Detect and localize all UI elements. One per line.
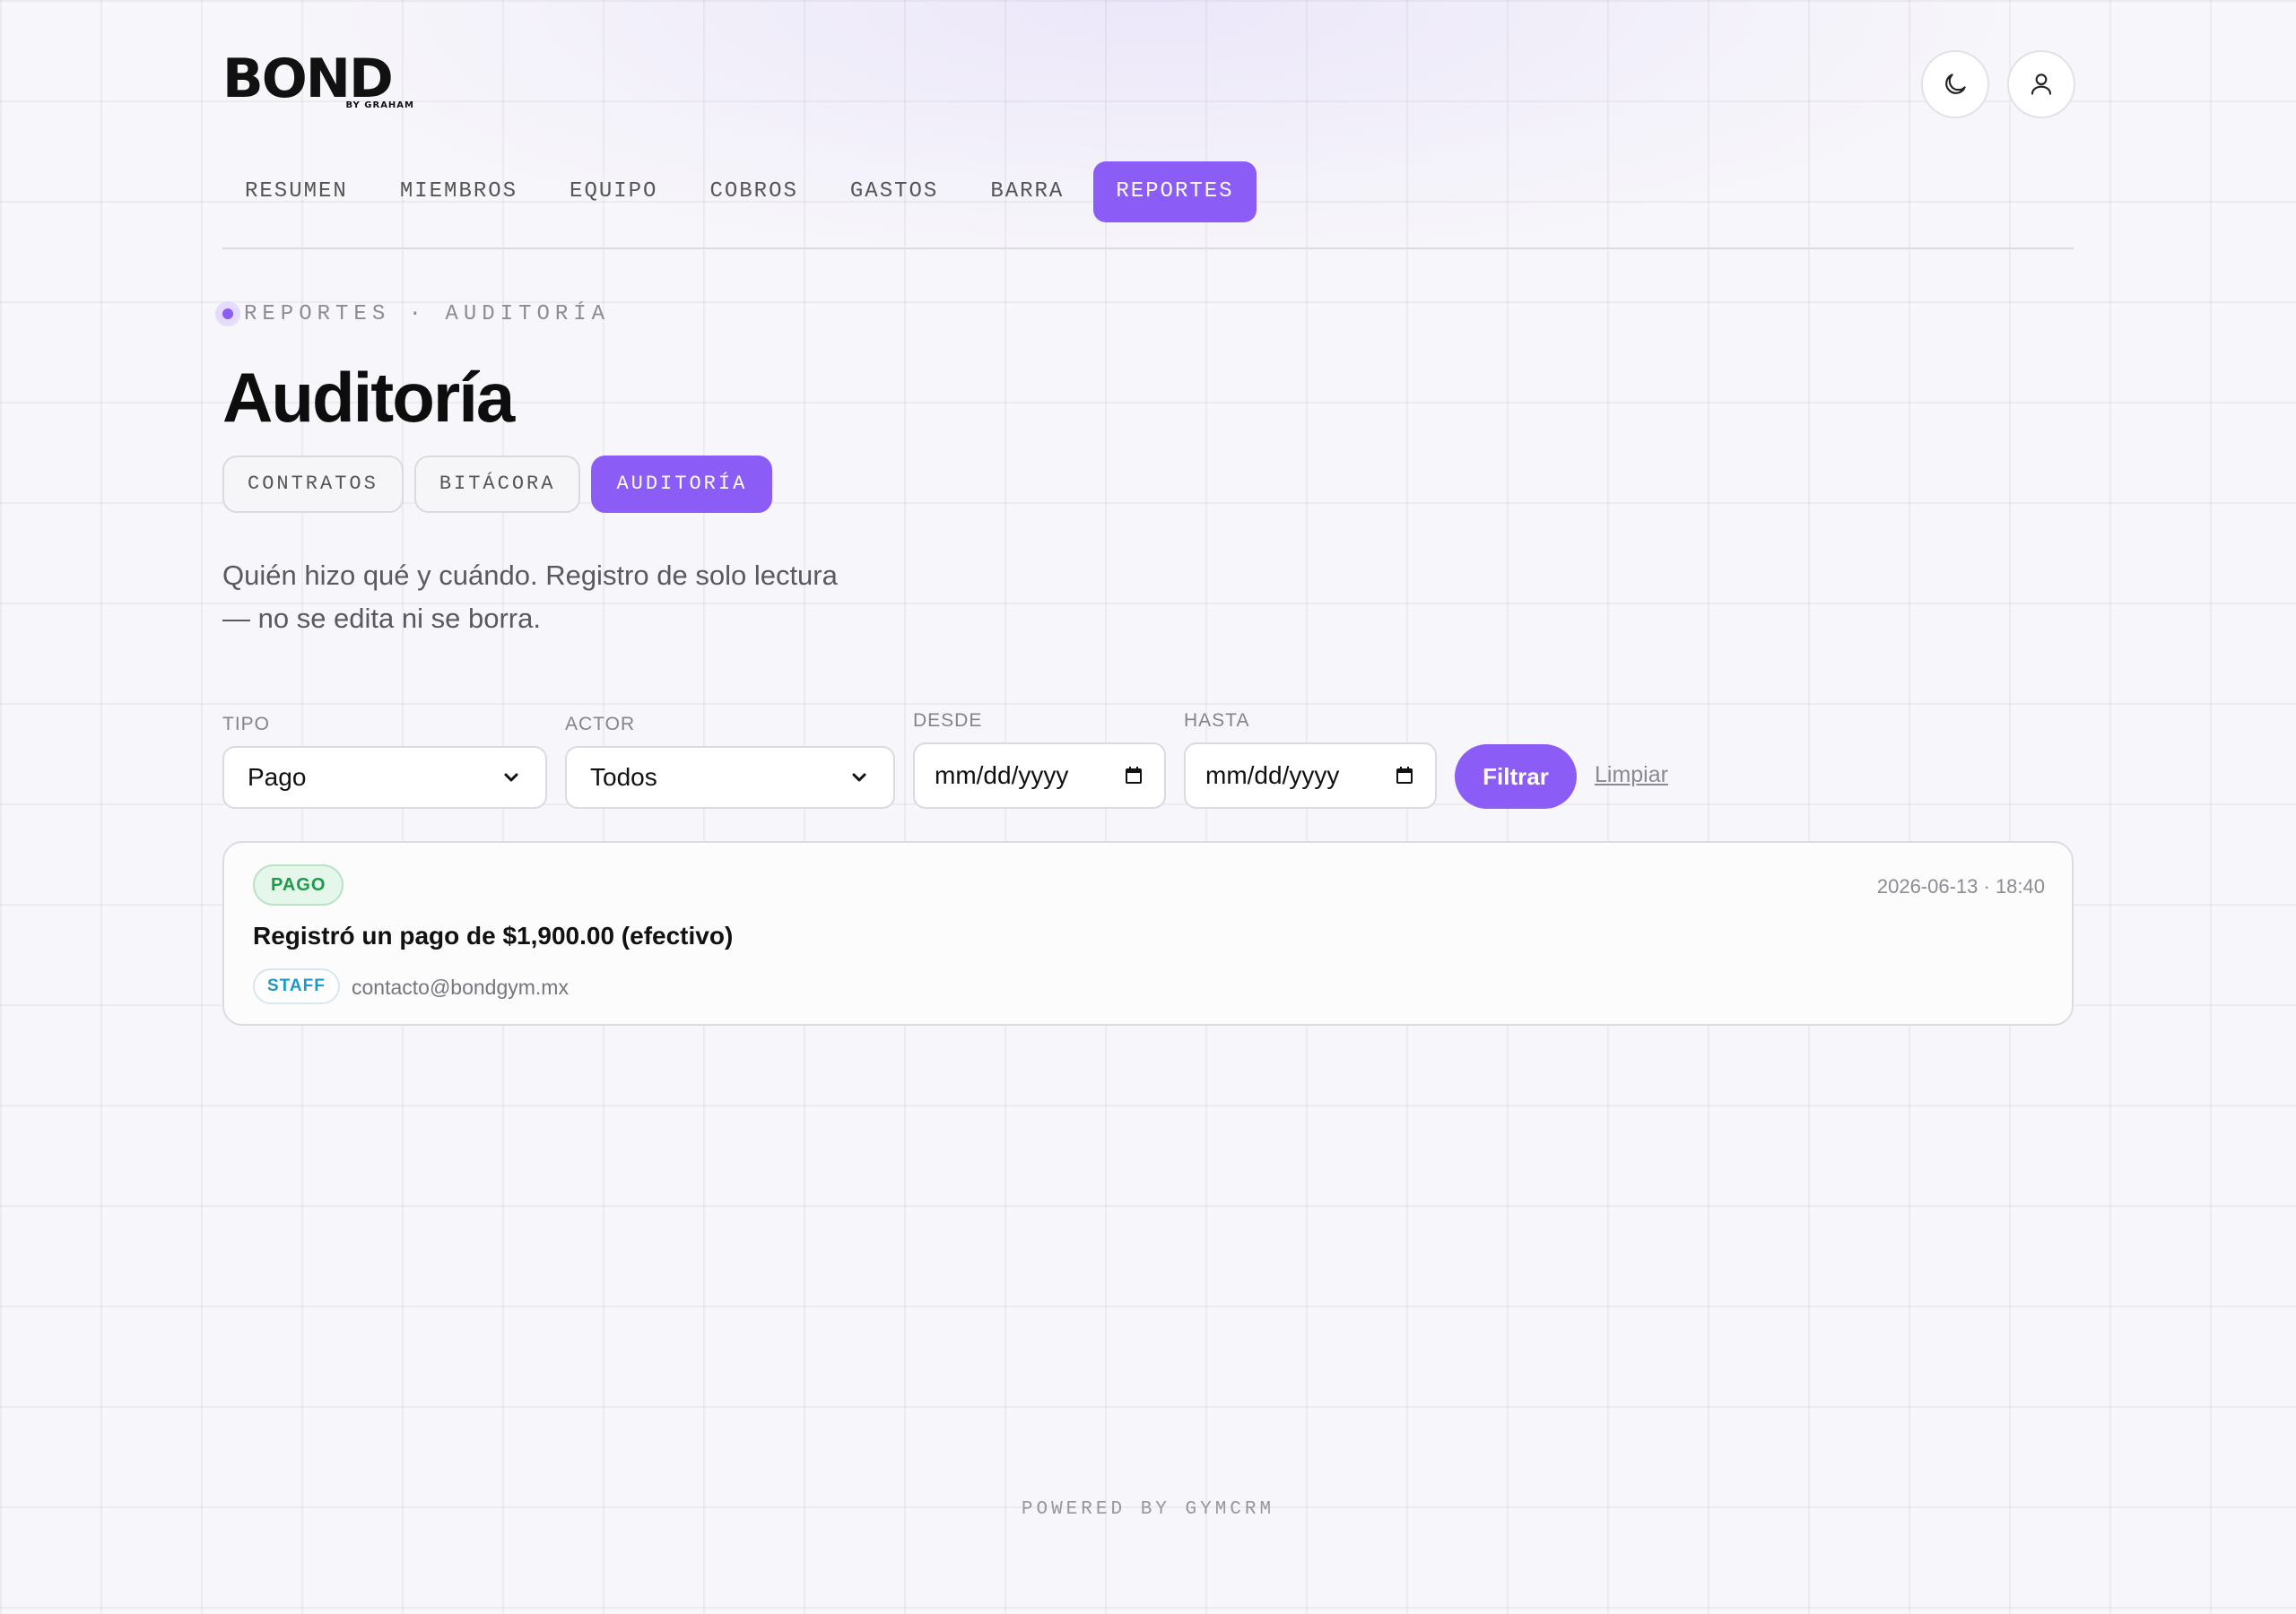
clear-filters-link[interactable]: Limpiar	[1595, 762, 1668, 788]
logo-subtitle: BY GRAHAM	[345, 100, 414, 110]
nav-item-cobros[interactable]: COBROS	[687, 161, 820, 222]
app-container: BOND BY GRAHAM RESUMEN MIEMBROS EQUIPO C…	[215, 0, 2075, 1026]
header: BOND BY GRAHAM	[222, 0, 2075, 152]
hasta-placeholder: mm/dd/yyyy	[1205, 761, 1340, 789]
tab-bitacora[interactable]: BITÁCORA	[413, 456, 581, 513]
tipo-select[interactable]: Pago	[222, 746, 547, 809]
actor-select-value: Todos	[590, 763, 657, 791]
desde-label: DESDE	[913, 710, 983, 731]
logo-text: BOND	[222, 48, 394, 110]
footer-credit: POWERED BY GYMCRM	[1021, 1499, 1275, 1520]
nav-item-reportes[interactable]: REPORTES	[1093, 161, 1257, 222]
theme-toggle-button[interactable]	[1921, 50, 1989, 118]
main-nav: RESUMEN MIEMBROS EQUIPO COBROS GASTOS BA…	[222, 161, 1257, 222]
tab-auditoria[interactable]: AUDITORÍA	[591, 456, 773, 513]
role-badge: STAFF	[253, 968, 340, 1004]
nav-item-barra[interactable]: BARRA	[968, 161, 1086, 222]
brand-logo[interactable]: BOND BY GRAHAM	[222, 52, 416, 113]
nav-item-equipo[interactable]: EQUIPO	[547, 161, 680, 222]
page-description: Quién hizo qué y cuándo. Registro de sol…	[222, 560, 838, 634]
moon-icon	[1945, 74, 1966, 94]
breadcrumb: REPORTES · AUDITORÍA	[215, 301, 610, 326]
report-tabs: CONTRATOS BITÁCORA AUDITORÍA	[222, 456, 773, 513]
status-dot-icon	[215, 301, 240, 326]
nav-item-resumen[interactable]: RESUMEN	[222, 161, 370, 222]
tipo-label: TIPO	[222, 714, 271, 734]
hasta-label: HASTA	[1184, 710, 1250, 731]
breadcrumb-text: REPORTES · AUDITORÍA	[244, 301, 611, 326]
chevron-down-icon	[852, 773, 866, 782]
tipo-select-value: Pago	[248, 763, 307, 791]
tab-contratos[interactable]: CONTRATOS	[222, 456, 404, 513]
nav-divider	[222, 247, 2074, 249]
user-icon	[2031, 74, 2052, 95]
desde-placeholder: mm/dd/yyyy	[935, 761, 1069, 789]
type-badge: PAGO	[253, 864, 344, 906]
page-title: Auditoría	[222, 358, 515, 437]
audit-entry: PAGO 2026-06-13 · 18:40 Registró un pago…	[222, 841, 2074, 1026]
filter-button[interactable]: Filtrar	[1455, 744, 1577, 809]
entry-message: Registró un pago de $1,900.00 (efectivo)	[253, 922, 734, 950]
entry-timestamp: 2026-06-13 · 18:40	[1876, 875, 2045, 898]
actor-select[interactable]: Todos	[565, 746, 895, 809]
entry-actor: contacto@bondgym.mx	[352, 976, 569, 999]
desde-date-input[interactable]: mm/dd/yyyy	[913, 742, 1166, 809]
nav-item-gastos[interactable]: GASTOS	[828, 161, 961, 222]
calendar-icon	[1396, 767, 1413, 784]
chevron-down-icon	[504, 773, 518, 782]
calendar-icon	[1126, 767, 1142, 784]
user-menu-button[interactable]	[2007, 50, 2075, 118]
actor-label: ACTOR	[565, 714, 636, 734]
nav-item-miembros[interactable]: MIEMBROS	[378, 161, 540, 222]
hasta-date-input[interactable]: mm/dd/yyyy	[1184, 742, 1437, 809]
